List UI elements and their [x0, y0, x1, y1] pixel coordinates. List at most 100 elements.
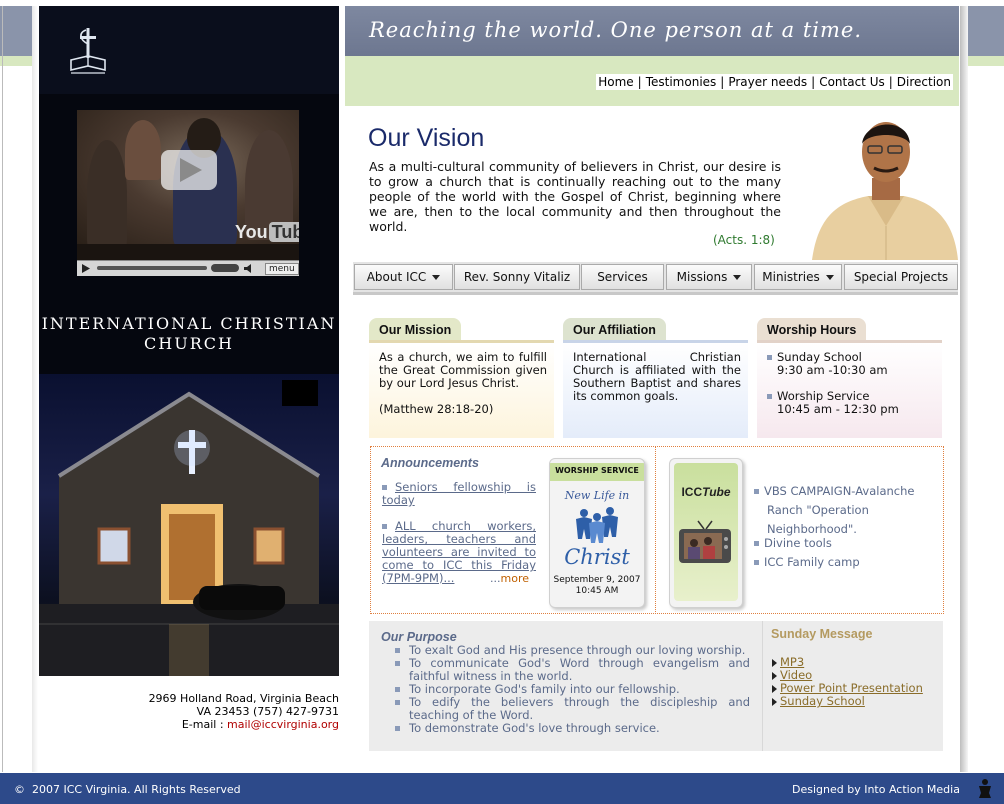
footer: © 2007 ICC Virginia. All Rights Reserved… [0, 773, 1004, 804]
poster-title-line1: New Life in [564, 489, 630, 502]
mission-statement: As a church, we aim to fulfill the Great… [379, 350, 547, 390]
worship-hours-box: Worship Hours Sunday School 9:30 am -10:… [757, 318, 942, 438]
poster-time: 10:45 AM [575, 586, 619, 596]
dropdown-caret-icon [432, 275, 441, 280]
church-name-line1: INTERNATIONAL CHRISTIAN [41, 314, 337, 333]
cross-book-logo-icon[interactable] [69, 24, 107, 74]
nav-link-home[interactable]: Home [598, 75, 633, 89]
affiliation-title: Our Affiliation [563, 318, 666, 340]
youtube-brand-you: You [235, 222, 268, 242]
more-ellipsis: ... [490, 572, 501, 585]
purpose-item: To edify the believers through the disci… [395, 696, 750, 722]
email-label: E-mail : [181, 718, 228, 731]
header-banner: Reaching the world. One person at a time… [345, 6, 959, 56]
poster-artwork: New Life in Christ [556, 487, 638, 569]
menu-missions-label: Missions [676, 270, 728, 284]
dropdown-caret-icon [825, 275, 834, 280]
menu-about-icc-label: About ICC [366, 270, 427, 284]
menu-services[interactable]: Services [581, 264, 664, 290]
tv-icon [679, 520, 731, 563]
church-photo [39, 374, 339, 676]
menu-special-projects[interactable]: Special Projects [844, 264, 958, 290]
purpose-title: Our Purpose [381, 630, 457, 644]
poster-header: WORSHIP SERVICE [555, 466, 639, 475]
address-block: 2969 Holland Road, Virginia Beach VA 234… [40, 692, 339, 731]
volume-slider[interactable] [211, 264, 239, 272]
nav-link-prayer-needs[interactable]: Prayer needs [728, 75, 807, 89]
purpose-item: To communicate God's Word through evange… [395, 657, 750, 683]
square-bullet-icon [754, 489, 759, 494]
menu-ministries-label: Ministries [762, 270, 820, 284]
square-bullet-icon [382, 485, 387, 490]
tagline: Reaching the world. One person at a time… [369, 18, 863, 42]
worship-service-poster[interactable]: WORSHIP SERVICE New Life in Christ Septe… [549, 458, 645, 608]
vision-text: As a multi-cultural community of believe… [369, 159, 781, 234]
right-header-band [968, 6, 1004, 56]
play-control-icon[interactable] [81, 263, 91, 274]
announcement-seniors-text: Seniors fellowship is today [382, 480, 536, 507]
video-controls: menu [77, 260, 299, 276]
menu-about-icc[interactable]: About ICC [354, 264, 453, 290]
event-vbs-line2: Ranch "Operation [767, 503, 869, 517]
purpose-list: To exalt God and His presence through ou… [395, 644, 750, 735]
left-column: YouTube menu INTERNATIONAL CHRISTIAN CHU… [39, 6, 339, 676]
nav-link-testimonies[interactable]: Testimonies [646, 75, 717, 89]
youtube-logo: YouTube [235, 222, 299, 243]
event-divine-tools[interactable]: Divine tools [754, 534, 832, 553]
nav-separator: | [888, 75, 893, 89]
top-nav-bar: Home | Testimonies | Prayer needs | Contact Us… [345, 56, 959, 106]
announcements-more[interactable]: ...more [490, 572, 529, 585]
video-thumbnail[interactable]: YouTube [77, 110, 299, 244]
event-family-camp[interactable]: ICC Family camp [754, 553, 860, 572]
church-name-line2: CHURCH [144, 334, 234, 353]
worship-hours-list: Sunday School 9:30 am -10:30 am Worship … [767, 351, 935, 416]
purpose-item: To demonstrate God's love through servic… [395, 722, 750, 735]
announcement-link-seniors[interactable]: Seniors fellowship is today [382, 481, 536, 507]
right-nav-band [968, 56, 1004, 66]
menu-services-label: Services [597, 270, 648, 284]
poster-date: September 9, 2007 [553, 575, 641, 585]
logo-area [39, 6, 339, 94]
announcements-divider [655, 446, 656, 614]
footer-copyright: © 2007 ICC Virginia. All Rights Reserved [14, 783, 241, 796]
menu-rev-sonny-label: Rev. Sonny Vitaliz [463, 270, 571, 284]
event-divine-tools-text: Divine tools [764, 536, 832, 550]
square-bullet-icon [767, 394, 772, 399]
volume-icon[interactable] [243, 263, 255, 274]
nav-link-contact-us[interactable]: Contact Us [819, 75, 885, 89]
square-bullet-icon [754, 541, 759, 546]
progress-track[interactable] [97, 266, 207, 270]
nav-link-direction[interactable]: Direction [897, 75, 951, 89]
sunday-school-name: Sunday School [777, 350, 862, 364]
footer-designer-credit[interactable]: Designed by Into Action Media [792, 783, 960, 796]
event-vbs-line1: VBS CAMPAIGN-Avalanche [764, 484, 915, 498]
event-vbs-campaign[interactable]: VBS CAMPAIGN-Avalanche Ranch "Operation … [754, 482, 914, 539]
youtube-brand-tube: Tube [268, 222, 299, 242]
icc-tube-label: ICCTube [670, 485, 742, 499]
menu-missions[interactable]: Missions [666, 264, 752, 290]
church-name: INTERNATIONAL CHRISTIAN CHURCH [39, 314, 339, 354]
vision-reference: (Acts. 1:8) [713, 233, 775, 247]
mission-title: Our Mission [369, 318, 462, 340]
address-line2: VA 23453 (757) 427-9731 [196, 705, 339, 718]
sunday-link-sunday-school[interactable]: Sunday School [772, 695, 865, 708]
nav-separator: | [811, 75, 816, 89]
video-player[interactable]: YouTube menu [77, 110, 299, 276]
pastor-photo [808, 116, 958, 260]
announcements-title: Announcements [381, 456, 479, 470]
poster-date-block: September 9, 2007 10:45 AM [550, 575, 644, 597]
menu-button[interactable]: menu [265, 263, 299, 275]
icc-tube-badge[interactable]: ICCTube [669, 458, 743, 608]
more-link[interactable]: more [501, 572, 530, 585]
menu-rev-sonny-vitaliz[interactable]: Rev. Sonny Vitaliz [454, 264, 580, 290]
menu-ministries[interactable]: Ministries [754, 264, 842, 290]
affiliation-body: International Christian Church is affili… [563, 343, 748, 438]
sunday-message-title: Sunday Message [771, 627, 873, 641]
designer-logo-icon[interactable] [976, 777, 994, 799]
email-link[interactable]: mail@iccvirginia.org [227, 718, 339, 731]
worship-service-name: Worship Service [777, 389, 870, 403]
email-line: E-mail : mail@iccvirginia.org [40, 718, 339, 731]
affiliation-box: Our Affiliation International Christian … [563, 318, 748, 438]
affiliation-text: International Christian Church is affili… [573, 350, 741, 403]
worship-hours-title: Worship Hours [757, 318, 867, 340]
